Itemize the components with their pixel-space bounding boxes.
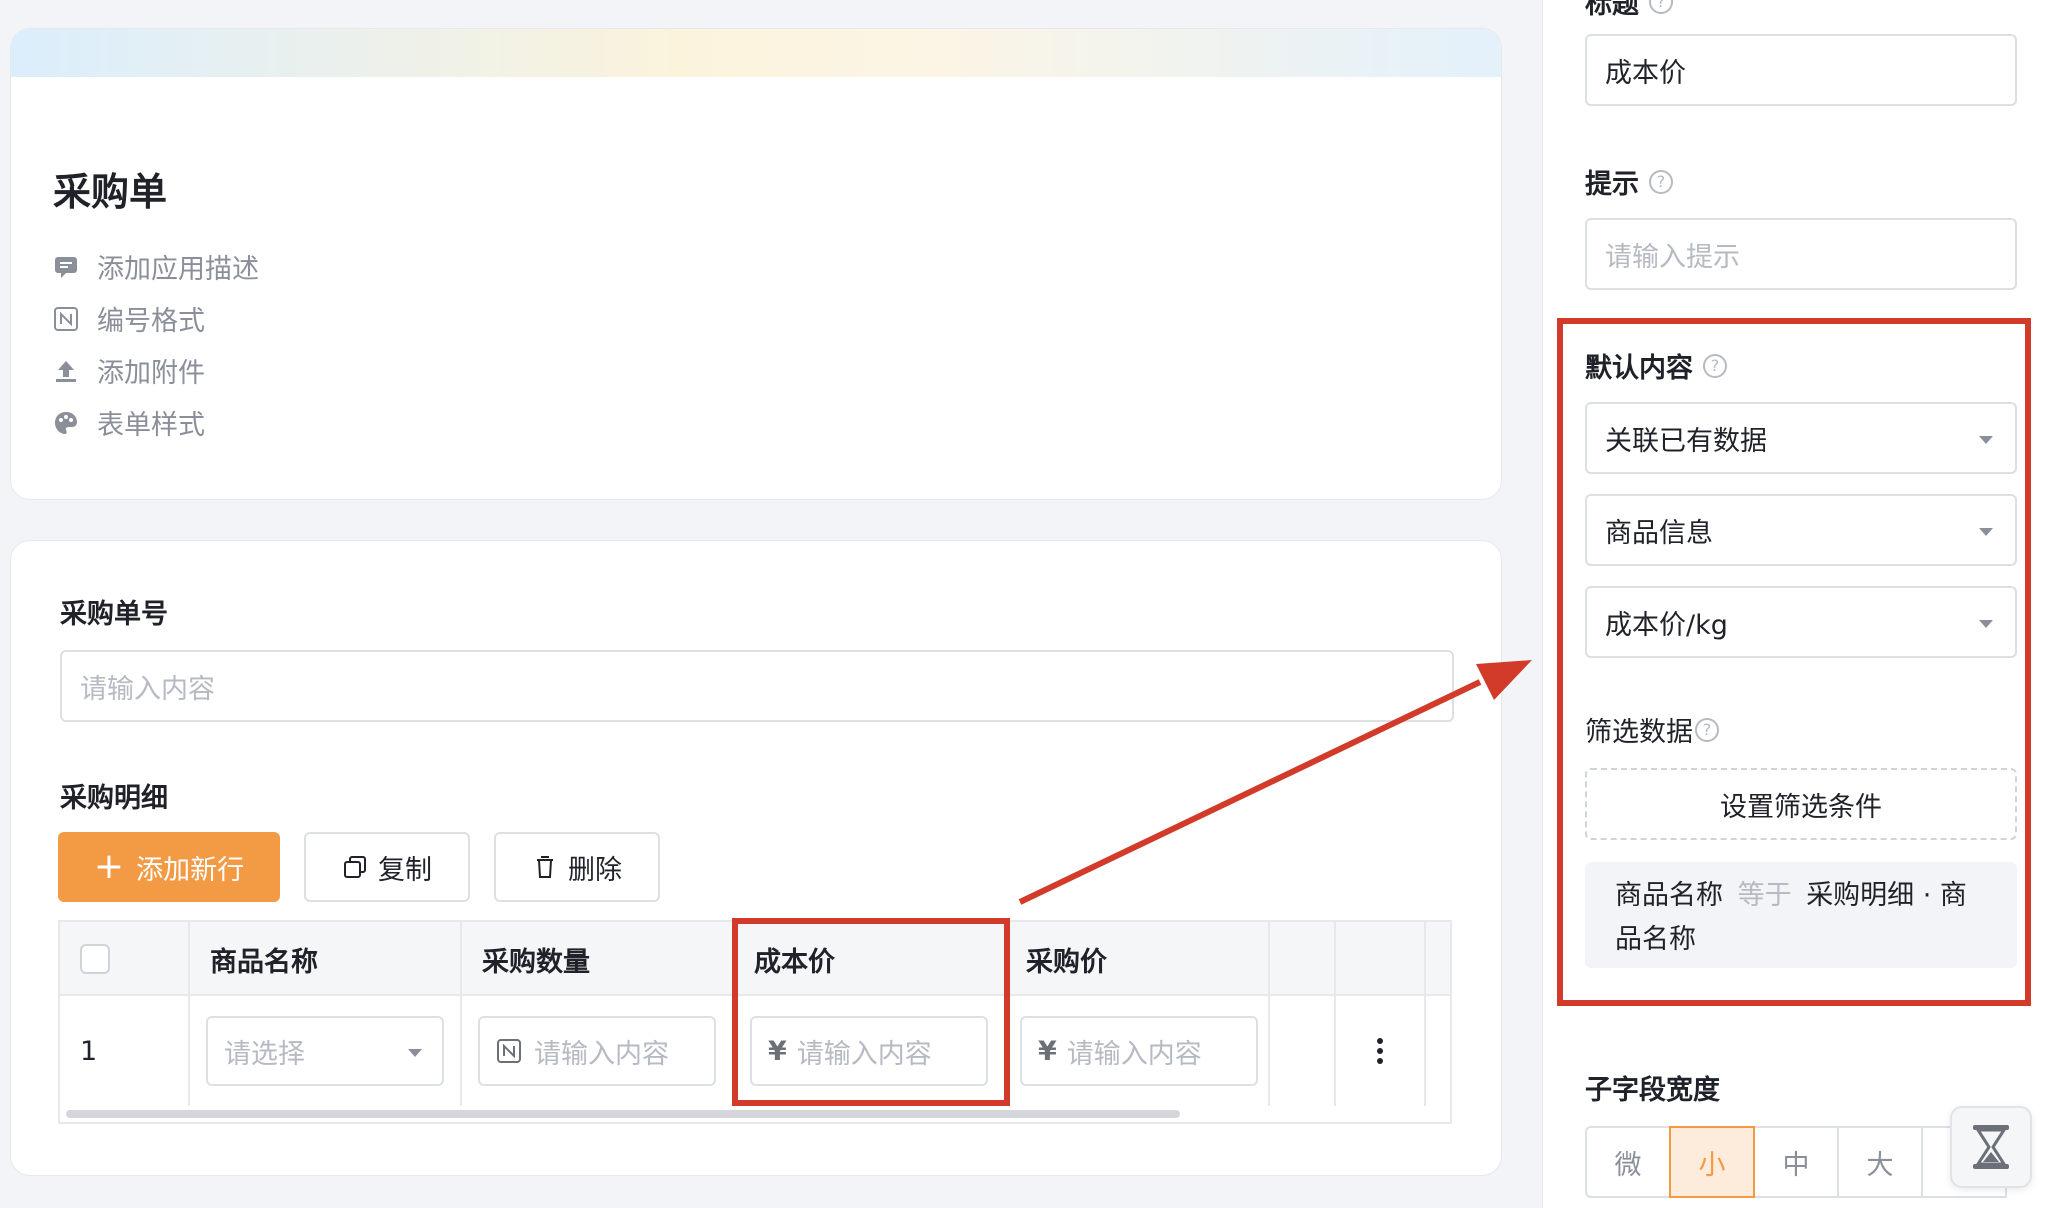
floating-timer-button[interactable] — [1950, 1106, 2032, 1188]
hourglass-icon — [1969, 1122, 2013, 1172]
annotation-arrow — [1018, 660, 1532, 905]
width-option-s[interactable]: 小 — [1669, 1126, 1755, 1198]
